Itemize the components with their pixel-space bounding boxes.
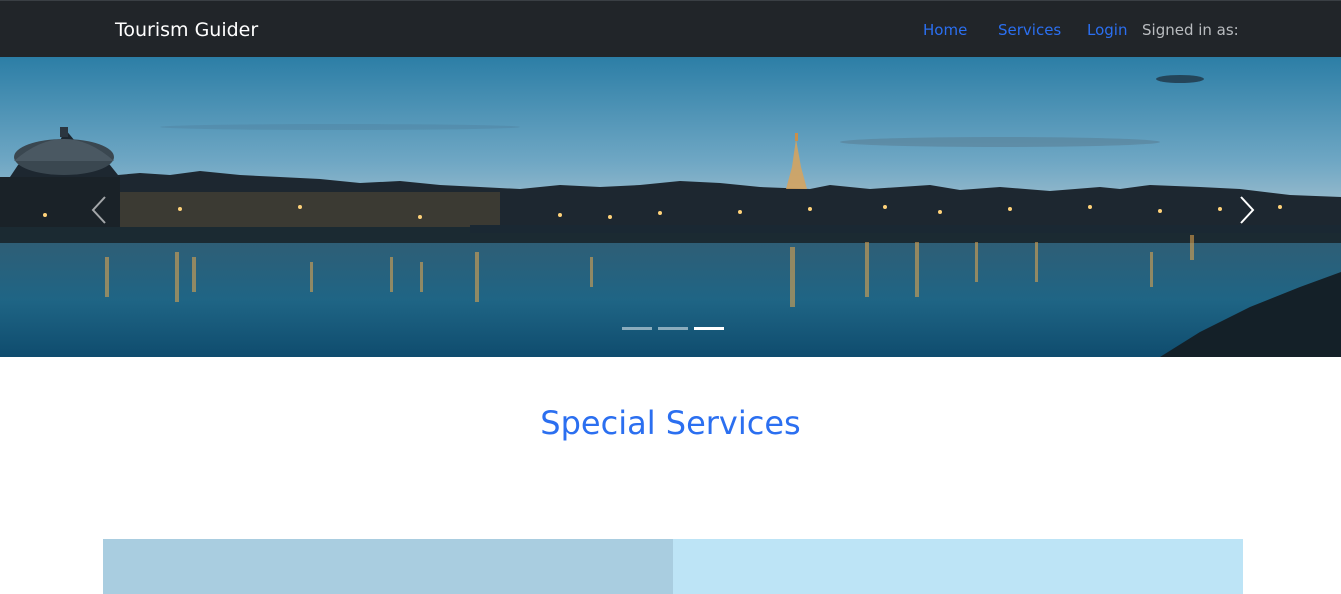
- carousel-indicator-3[interactable]: [694, 327, 724, 330]
- carousel-indicator-2[interactable]: [658, 327, 688, 330]
- service-card-left: [103, 539, 673, 594]
- service-card-right: [673, 539, 1243, 594]
- carousel-indicator-1[interactable]: [622, 327, 652, 330]
- carousel-slide-image: [0, 57, 1341, 357]
- nav-link-login[interactable]: Login: [1087, 21, 1127, 39]
- brand-logo-text[interactable]: Tourism Guider: [115, 19, 258, 41]
- special-services-heading: Special Services: [540, 404, 801, 442]
- hero-carousel: [0, 57, 1341, 357]
- carousel-prev-button[interactable]: [80, 190, 120, 230]
- services-cards: [103, 539, 1243, 594]
- nav-link-home[interactable]: Home: [923, 21, 967, 39]
- signed-in-label: Signed in as:: [1142, 21, 1239, 39]
- chevron-left-icon: [91, 196, 106, 224]
- nav-link-services[interactable]: Services: [998, 21, 1061, 39]
- navbar: Tourism Guider Home Services Login Signe…: [0, 0, 1341, 57]
- carousel-next-button[interactable]: [1226, 190, 1266, 230]
- chevron-right-icon: [1240, 196, 1255, 224]
